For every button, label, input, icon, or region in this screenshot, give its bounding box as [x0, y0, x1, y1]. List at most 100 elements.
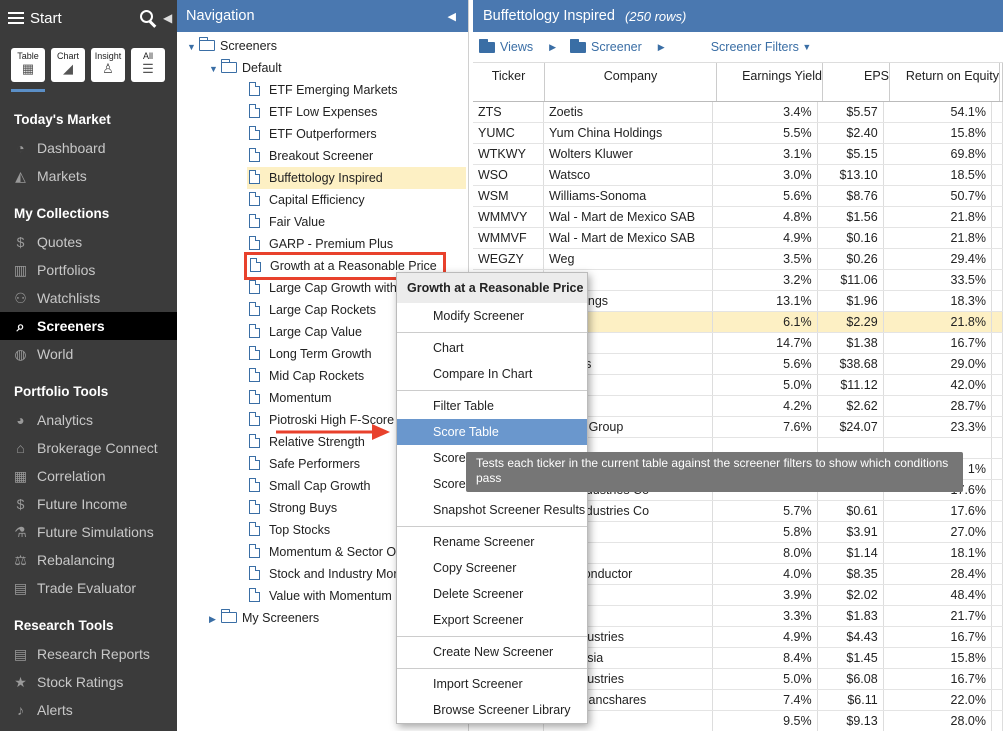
screener-item-capital-efficiency[interactable]: Capital Efficiency: [249, 189, 371, 211]
menu-item-snapshot-screener-results[interactable]: Snapshot Screener Results: [397, 497, 587, 523]
sidebar-item-future-income[interactable]: $ Future Income: [0, 490, 177, 518]
document-icon: [249, 521, 261, 536]
screener-item-etf-outperformers[interactable]: ETF Outperformers: [249, 123, 383, 145]
folder-icon: [220, 609, 237, 623]
screener-item-top-stocks[interactable]: Top Stocks: [249, 519, 336, 541]
screener-item-etf-emerging-markets[interactable]: ETF Emerging Markets: [249, 79, 404, 101]
sidebar-item-markets[interactable]: ◭ Markets: [0, 162, 177, 190]
expand-arrow-icon[interactable]: ▼: [209, 58, 221, 80]
search-icon[interactable]: [139, 9, 157, 27]
table-cell: [992, 564, 1003, 584]
sidebar-item-dashboard[interactable]: ◔ Dashboard: [0, 134, 177, 162]
table-cell: 42.0%: [884, 375, 992, 395]
view-all-button[interactable]: All ☰: [131, 48, 165, 82]
menu-item-filter-table[interactable]: Filter Table: [397, 393, 587, 419]
collapse-sidebar-icon[interactable]: ◀: [163, 11, 177, 25]
sidebar-item-screeners[interactable]: ⌕ Screeners: [0, 312, 177, 340]
collapsed-arrow-icon[interactable]: ▶: [209, 608, 221, 630]
table-row[interactable]: ZTS Zoetis 3.4% $5.57 54.1%: [473, 102, 1003, 123]
table-cell: 23.3%: [884, 417, 992, 437]
sidebar-header: Start ◀: [0, 0, 177, 36]
screener-item-large-cap-value[interactable]: Large Cap Value: [249, 321, 368, 343]
screener-filters-dropdown[interactable]: Screener Filters ▼: [711, 40, 812, 54]
hamburger-menu-icon[interactable]: [8, 9, 24, 27]
view-chart-button[interactable]: Chart ◢: [51, 48, 85, 82]
table-cell: Zoetis: [544, 102, 714, 122]
document-icon: [249, 367, 261, 382]
chevron-down-icon: ▼: [802, 42, 812, 52]
screener-item-large-cap-growth-with[interactable]: Large Cap Growth with: [249, 277, 403, 299]
screener-button[interactable]: Screener: [569, 38, 642, 54]
screener-item-mid-cap-rockets[interactable]: Mid Cap Rockets: [249, 365, 370, 387]
screener-item-etf-low-expenses[interactable]: ETF Low Expenses: [249, 101, 383, 123]
tree-node-screeners[interactable]: ▼ Screeners: [187, 35, 277, 57]
menu-item-export-screener[interactable]: Export Screener: [397, 607, 587, 633]
menu-item-rename-screener[interactable]: Rename Screener: [397, 529, 587, 555]
sidebar-item-world[interactable]: ◍ World: [0, 340, 177, 368]
table-row[interactable]: WMMVY Wal - Mart de Mexico SAB 4.8% $1.56 21…: [473, 207, 1003, 228]
screener-item-value-with-momentum[interactable]: Value with Momentum: [249, 585, 398, 607]
column-header-ticker[interactable]: Ticker: [473, 63, 545, 101]
sidebar-title[interactable]: Start: [30, 10, 139, 27]
sidebar-item-research-reports[interactable]: ▤ Research Reports: [0, 640, 177, 668]
markets-icon: ◭: [15, 167, 26, 184]
screener-item-breakout-screener[interactable]: Breakout Screener: [249, 145, 379, 167]
screener-item-small-cap-growth[interactable]: Small Cap Growth: [249, 475, 376, 497]
insight-icon: ♙: [102, 61, 114, 76]
screener-item-label: Safe Performers: [269, 457, 361, 471]
menu-item-create-new-screener[interactable]: Create New Screener: [397, 639, 587, 665]
table-row[interactable]: WTKWY Wolters Kluwer 3.1% $5.15 69.8%: [473, 144, 1003, 165]
table-row[interactable]: YUMC Yum China Holdings 5.5% $2.40 15.8%: [473, 123, 1003, 144]
menu-item-compare-in-chart[interactable]: Compare In Chart: [397, 361, 587, 387]
menu-item-copy-screener[interactable]: Copy Screener: [397, 555, 587, 581]
screener-item-momentum[interactable]: Momentum: [249, 387, 338, 409]
sidebar-item-label: Markets: [37, 168, 87, 184]
screener-item-strong-buys[interactable]: Strong Buys: [249, 497, 343, 519]
sidebar-item-watchlists[interactable]: ⚇ Watchlists: [0, 284, 177, 312]
column-header-company[interactable]: Company: [545, 63, 717, 101]
menu-item-import-screener[interactable]: Import Screener: [397, 671, 587, 697]
view-insight-button[interactable]: Insight ♙: [91, 48, 125, 82]
column-header-earnings-yield[interactable]: Earnings Yield: [717, 63, 823, 101]
view-table-button[interactable]: Table ▦: [11, 48, 45, 92]
menu-item-delete-screener[interactable]: Delete Screener: [397, 581, 587, 607]
tree-node-default[interactable]: ▼ Default: [209, 57, 282, 79]
sidebar-item-trade-evaluator[interactable]: ▤ Trade Evaluator: [0, 574, 177, 602]
screener-item-fair-value[interactable]: Fair Value: [249, 211, 331, 233]
sidebar-item-alerts[interactable]: ♪ Alerts: [0, 696, 177, 724]
screener-item-buffettology-inspired[interactable]: Buffettology Inspired: [247, 167, 466, 189]
sidebar-item-quotes[interactable]: $ Quotes: [0, 228, 177, 256]
table-row[interactable]: WSO Watsco 3.0% $13.10 18.5%: [473, 165, 1003, 186]
table-cell: 4.0%: [713, 564, 818, 584]
screener-item-momentum-sector-ou[interactable]: Momentum & Sector Ou: [249, 541, 409, 563]
sidebar-item-label: Rebalancing: [37, 552, 115, 568]
sidebar-item-label: Analytics: [37, 412, 94, 428]
table-cell: 69.8%: [884, 144, 992, 164]
column-header-return-on-equity[interactable]: Return on Equity: [890, 63, 1000, 101]
sidebar-item-rebalancing[interactable]: ⚖ Rebalancing: [0, 546, 177, 574]
sidebar-item-correlation[interactable]: ▦ Correlation: [0, 462, 177, 490]
collapse-navigation-icon[interactable]: ◀: [448, 10, 456, 23]
app-sidebar: Start ◀ Table ▦ Chart ◢ Insight ♙ All ☰ Today's…: [0, 0, 177, 731]
screener-item-garp-premium-plus[interactable]: GARP - Premium Plus: [249, 233, 399, 255]
screener-item-stock-and-industry-mor[interactable]: Stock and Industry Mor: [249, 563, 404, 585]
screener-item-large-cap-rockets[interactable]: Large Cap Rockets: [249, 299, 382, 321]
table-row[interactable]: WEGZY Weg 3.5% $0.26 29.4%: [473, 249, 1003, 270]
screener-item-safe-performers[interactable]: Safe Performers: [249, 453, 366, 475]
table-row[interactable]: WSM Williams-Sonoma 5.6% $8.76 50.7%: [473, 186, 1003, 207]
table-row[interactable]: WMMVF Wal - Mart de Mexico SAB 4.9% $0.16 21…: [473, 228, 1003, 249]
sidebar-item-analytics[interactable]: ◕ Analytics: [0, 406, 177, 434]
menu-item-chart[interactable]: Chart: [397, 335, 587, 361]
sidebar-item-portfolios[interactable]: ▥ Portfolios: [0, 256, 177, 284]
expand-arrow-icon[interactable]: ▼: [187, 36, 199, 58]
sidebar-item-future-simulations[interactable]: ⚗ Future Simulations: [0, 518, 177, 546]
views-button[interactable]: Views: [478, 38, 533, 54]
menu-item-browse-screener-library[interactable]: Browse Screener Library: [397, 697, 587, 723]
sidebar-item-stock-ratings[interactable]: ★ Stock Ratings: [0, 668, 177, 696]
screener-item-long-term-growth[interactable]: Long Term Growth: [249, 343, 378, 365]
menu-item-score-table[interactable]: Score Table: [397, 419, 587, 445]
menu-item-modify-screener[interactable]: Modify Screener: [397, 303, 587, 329]
tree-node-my-screeners[interactable]: ▶ My Screeners: [209, 607, 319, 629]
column-header-eps[interactable]: EPS: [823, 63, 890, 101]
sidebar-item-brokerage-connect[interactable]: ⌂ Brokerage Connect: [0, 434, 177, 462]
